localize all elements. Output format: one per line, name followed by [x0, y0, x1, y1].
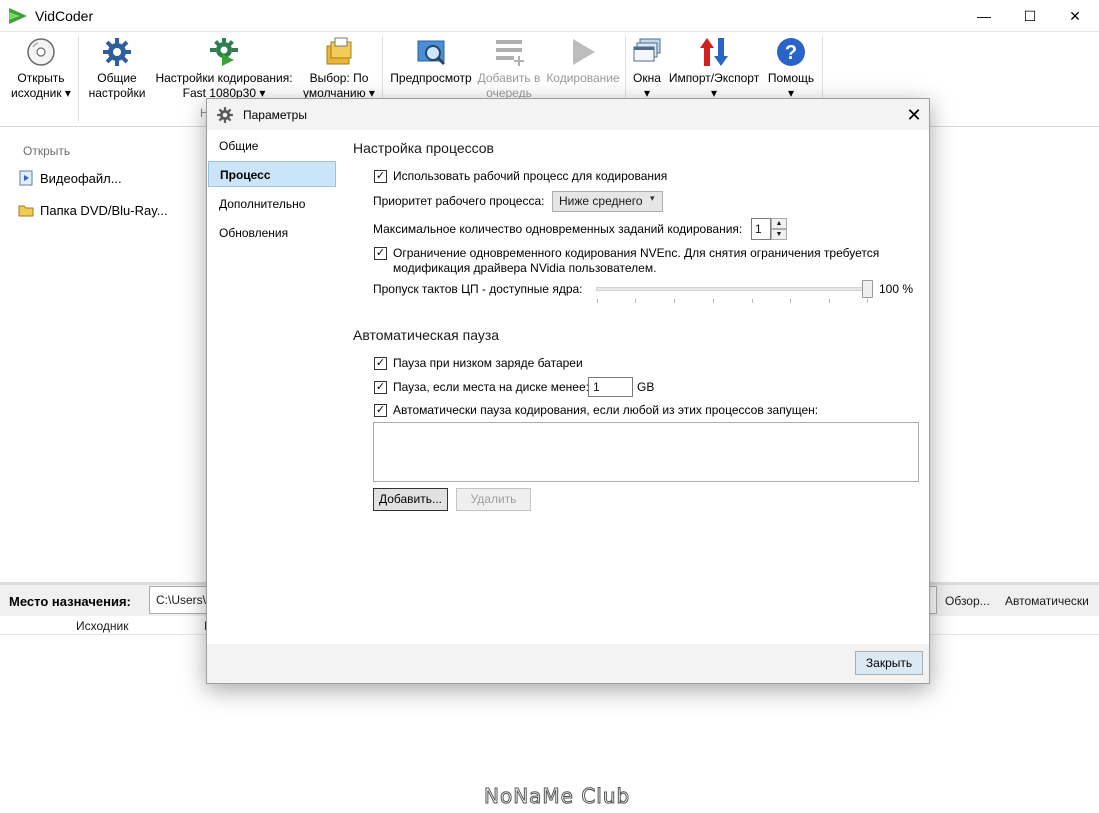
cpu-throttle-slider-thumb[interactable]	[862, 280, 873, 298]
encode-settings-label: Настройки кодирования:	[155, 71, 293, 85]
close-dialog-button[interactable]: Закрыть	[855, 651, 923, 675]
disc-icon	[27, 38, 55, 66]
open-video-file-link[interactable]: Видеофайл...	[18, 170, 122, 186]
nvenc-limit-checkbox[interactable]: ✓	[374, 247, 387, 260]
nvenc-limit-label-2: модификация драйвера NVidia пользователе…	[393, 261, 657, 275]
disk-space-unit: GB	[637, 380, 655, 394]
minimize-button[interactable]: —	[961, 0, 1007, 32]
dialog-close-button[interactable]: ✕	[903, 104, 925, 126]
process-settings-heading: Настройка процессов	[353, 140, 494, 156]
cpu-throttle-label: Пропуск тактов ЦП - доступные ядра:	[373, 282, 583, 296]
video-file-icon	[19, 170, 33, 186]
nvenc-limit-label: Ограничение одновременного кодирования N…	[393, 246, 880, 260]
import-export-label: Импорт/Экспорт	[668, 71, 760, 85]
picker-button[interactable]: Выбор: По умолчанию ▾	[298, 36, 380, 101]
general-settings-button[interactable]: Общие настройки	[84, 36, 150, 101]
priority-select[interactable]: Ниже среднего	[552, 191, 663, 212]
dialog-gear-icon	[217, 107, 233, 123]
preview-label: Предпросмотр	[390, 71, 472, 85]
process-list[interactable]	[373, 422, 919, 482]
nav-updates[interactable]: Обновления	[208, 220, 336, 246]
pause-battery-label: Пауза при низком заряде батареи	[393, 356, 583, 370]
slider-tick	[790, 299, 791, 303]
open-source-label-2: исходник ▾	[11, 86, 71, 100]
preview-icon	[417, 40, 446, 66]
slider-tick	[713, 299, 714, 303]
help-button[interactable]: ? Помощь ▾	[763, 36, 819, 101]
open-video-file-label: Видеофайл...	[40, 170, 122, 186]
use-worker-label: Использовать рабочий процесс для кодиров…	[393, 169, 668, 183]
title-bar	[0, 0, 1099, 32]
cpu-throttle-slider-track[interactable]	[596, 287, 872, 291]
destination-label: Место назначения:	[9, 594, 131, 609]
add-process-button[interactable]: Добавить...	[373, 488, 448, 511]
slider-tick	[867, 299, 868, 303]
disk-space-input[interactable]: 1	[588, 377, 633, 397]
slider-tick	[635, 299, 636, 303]
stepper-up-button[interactable]: ▲	[771, 218, 787, 229]
close-window-button[interactable]: ✕	[1052, 0, 1098, 32]
folder-stack-icon	[326, 37, 352, 65]
window-title: VidCoder	[35, 8, 94, 24]
encode-button[interactable]: Кодирование	[544, 36, 622, 86]
pause-processes-label: Автоматически пауза кодирования, если лю…	[393, 403, 819, 417]
max-jobs-input[interactable]: 1	[751, 218, 771, 240]
gear-icon	[103, 38, 131, 66]
play-icon	[573, 39, 595, 65]
windows-label: Окна	[633, 71, 661, 85]
watermark: NoNaMe Club	[483, 784, 631, 809]
picker-label: Выбор: По	[309, 71, 369, 85]
encode-label: Кодирование	[546, 71, 620, 85]
open-section-header: Открыть	[23, 144, 71, 158]
help-label: Помощь	[767, 71, 815, 85]
stepper-down-button[interactable]: ▼	[771, 229, 787, 240]
pause-disk-label: Пауза, если места на диске менее:	[393, 380, 589, 394]
chevron-down-icon: ▾	[650, 193, 655, 203]
import-export-arrows-icon	[700, 38, 728, 66]
slider-tick	[597, 299, 598, 303]
add-to-queue-button[interactable]: Добавить в очередь	[474, 36, 544, 101]
import-export-button[interactable]: Импорт/Экспорт ▾	[665, 36, 763, 101]
open-dvd-folder-label: Папка DVD/Blu-Ray...	[40, 202, 168, 218]
open-source-button[interactable]: Открыть исходник ▾	[8, 36, 74, 101]
pause-disk-checkbox[interactable]: ✓	[374, 381, 387, 394]
windows-button[interactable]: Окна ▾	[629, 36, 665, 101]
slider-tick	[752, 299, 753, 303]
slider-tick	[829, 299, 830, 303]
auto-button[interactable]: Автоматически	[1005, 594, 1089, 608]
open-dvd-folder-link[interactable]: Папка DVD/Blu-Ray...	[18, 202, 168, 218]
windows-icon	[633, 38, 661, 62]
auto-pause-heading: Автоматическая пауза	[353, 327, 500, 343]
svg-text:?: ?	[785, 42, 797, 64]
vidcoder-logo-icon	[9, 8, 27, 24]
nav-general[interactable]: Общие	[208, 133, 336, 159]
slider-tick	[674, 299, 675, 303]
use-worker-checkbox[interactable]: ✓	[374, 170, 387, 183]
encode-settings-button[interactable]: Настройки кодирования: Fast 1080p30 ▾	[150, 36, 298, 101]
nav-process[interactable]: Процесс	[208, 161, 336, 187]
open-source-label: Открыть	[17, 71, 65, 85]
remove-process-button[interactable]: Удалить	[456, 488, 531, 511]
folder-icon	[18, 205, 34, 217]
encode-gear-icon	[210, 38, 238, 66]
maximize-button[interactable]: ☐	[1007, 0, 1053, 32]
add-to-queue-label: Добавить в	[477, 71, 541, 85]
priority-label: Приоритет рабочего процесса:	[373, 194, 545, 208]
general-settings-label: Общие	[97, 71, 137, 85]
max-jobs-label: Максимальное количество одновременных за…	[373, 222, 743, 236]
browse-button[interactable]: Обзор...	[945, 594, 990, 608]
pause-processes-checkbox[interactable]: ✓	[374, 404, 387, 417]
pause-battery-checkbox[interactable]: ✓	[374, 357, 387, 370]
ribbon-separator	[78, 36, 79, 122]
help-icon: ?	[777, 38, 805, 66]
queue-add-icon	[496, 40, 524, 66]
preview-button[interactable]: Предпросмотр	[388, 36, 474, 86]
column-source[interactable]: Исходник	[76, 619, 128, 633]
cpu-throttle-value: 100 %	[879, 282, 914, 296]
general-settings-label-2: настройки	[88, 86, 146, 100]
dialog-title: Параметры	[243, 108, 307, 122]
nav-advanced[interactable]: Дополнительно	[208, 191, 336, 217]
